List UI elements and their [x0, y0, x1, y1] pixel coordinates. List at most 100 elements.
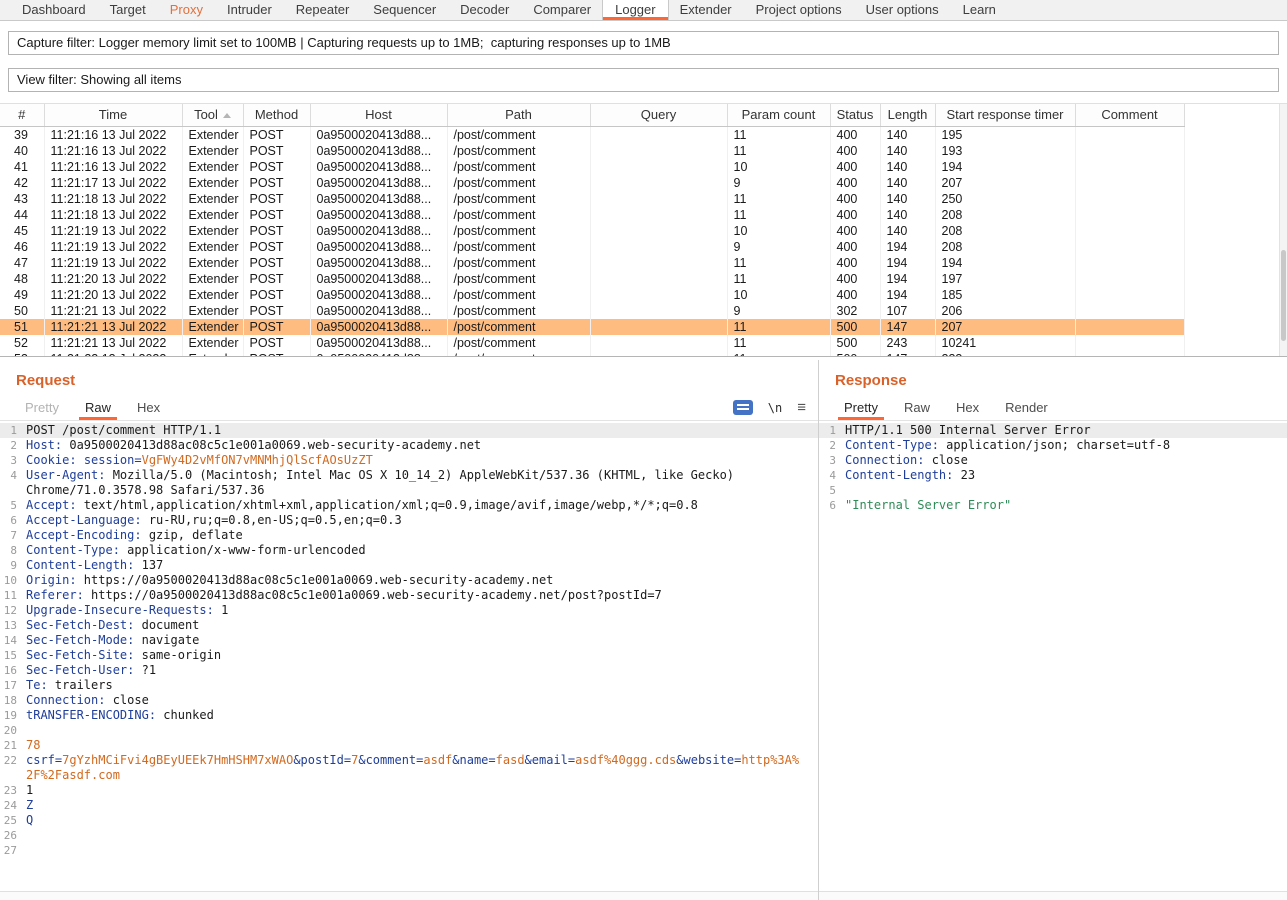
log-cell: 11:21:16 13 Jul 2022 [44, 159, 182, 175]
log-row-51[interactable]: 5111:21:21 13 Jul 2022ExtenderPOST0a9500… [0, 319, 1184, 335]
request-tab-hex[interactable]: Hex [124, 396, 173, 420]
line-number: 10 [0, 573, 26, 588]
line-content: Content-Type: application/json; charset=… [845, 438, 1287, 453]
log-cell: 0a9500020413d88... [310, 319, 447, 335]
main-tab-target[interactable]: Target [98, 0, 158, 20]
column-header-query[interactable]: Query [590, 104, 727, 126]
request-horizontal-scrollbar[interactable] [0, 891, 818, 900]
line-number: 27 [0, 843, 26, 858]
line-number: 4 [819, 468, 845, 483]
log-row-52[interactable]: 5211:21:21 13 Jul 2022ExtenderPOST0a9500… [0, 335, 1184, 351]
log-cell: 0a9500020413d88... [310, 175, 447, 191]
main-tab-sequencer[interactable]: Sequencer [361, 0, 448, 20]
log-cell [1075, 335, 1184, 351]
main-tab-decoder[interactable]: Decoder [448, 0, 521, 20]
log-cell: 11 [727, 351, 830, 357]
scrollbar-thumb[interactable] [1281, 250, 1286, 341]
log-row-42[interactable]: 4211:21:17 13 Jul 2022ExtenderPOST0a9500… [0, 175, 1184, 191]
log-row-45[interactable]: 4511:21:19 13 Jul 2022ExtenderPOST0a9500… [0, 223, 1184, 239]
line-number: 1 [0, 423, 26, 438]
log-cell: 147 [880, 319, 935, 335]
column-header-time[interactable]: Time [44, 104, 182, 126]
log-cell: 140 [880, 126, 935, 143]
log-row-46[interactable]: 4611:21:19 13 Jul 2022ExtenderPOST0a9500… [0, 239, 1184, 255]
column-header-length[interactable]: Length [880, 104, 935, 126]
line-number: 6 [819, 498, 845, 513]
log-cell: 47 [0, 255, 44, 271]
main-tab-comparer[interactable]: Comparer [521, 0, 603, 20]
log-cell: Extender [182, 271, 243, 287]
log-cell: 0a9500020413d88... [310, 223, 447, 239]
column-header-tool[interactable]: Tool [182, 104, 243, 126]
log-row-53[interactable]: 5311:21:22 13 Jul 2022ExtenderPOST0a9500… [0, 351, 1184, 357]
column-header-status[interactable]: Status [830, 104, 880, 126]
main-tab-logger[interactable]: Logger [603, 0, 667, 20]
newline-toggle-icon[interactable]: \n [768, 401, 782, 415]
log-row-40[interactable]: 4011:21:16 13 Jul 2022ExtenderPOST0a9500… [0, 143, 1184, 159]
log-cell: /post/comment [447, 351, 590, 357]
request-tab-pretty[interactable]: Pretty [12, 396, 72, 420]
view-filter-bar[interactable]: View filter: Showing all items [8, 68, 1279, 92]
response-tab-pretty[interactable]: Pretty [831, 396, 891, 420]
main-tab-user-options[interactable]: User options [854, 0, 951, 20]
log-row-49[interactable]: 4911:21:20 13 Jul 2022ExtenderPOST0a9500… [0, 287, 1184, 303]
main-tab-intruder[interactable]: Intruder [215, 0, 284, 20]
column-header-start-response-timer[interactable]: Start response timer [935, 104, 1075, 126]
pretty-print-icon[interactable] [733, 400, 753, 415]
main-tab-project-options[interactable]: Project options [744, 0, 854, 20]
line-number: 22 [0, 753, 26, 783]
line-content: Q [26, 813, 818, 828]
capture-filter-bar[interactable]: Capture filter: Logger memory limit set … [8, 31, 1279, 55]
log-cell [1075, 223, 1184, 239]
editor-line: 14Sec-Fetch-Mode: navigate [0, 633, 818, 648]
main-tab-proxy[interactable]: Proxy [158, 0, 215, 20]
log-row-47[interactable]: 4711:21:19 13 Jul 2022ExtenderPOST0a9500… [0, 255, 1184, 271]
main-tab-extender[interactable]: Extender [668, 0, 744, 20]
log-cell [1075, 255, 1184, 271]
log-cell: 11:21:19 13 Jul 2022 [44, 223, 182, 239]
column-header-path[interactable]: Path [447, 104, 590, 126]
editor-line: 18Connection: close [0, 693, 818, 708]
line-number: 7 [0, 528, 26, 543]
log-row-44[interactable]: 4411:21:18 13 Jul 2022ExtenderPOST0a9500… [0, 207, 1184, 223]
response-horizontal-scrollbar[interactable] [819, 891, 1287, 900]
log-cell: 400 [830, 159, 880, 175]
log-cell: 11:21:21 13 Jul 2022 [44, 303, 182, 319]
request-tab-raw[interactable]: Raw [72, 396, 124, 420]
column-header-host[interactable]: Host [310, 104, 447, 126]
column-header-param-count[interactable]: Param count [727, 104, 830, 126]
log-row-41[interactable]: 4111:21:16 13 Jul 2022ExtenderPOST0a9500… [0, 159, 1184, 175]
response-editor[interactable]: 1HTTP/1.1 500 Internal Server Error2Cont… [819, 421, 1287, 891]
log-row-48[interactable]: 4811:21:20 13 Jul 2022ExtenderPOST0a9500… [0, 271, 1184, 287]
log-cell: Extender [182, 335, 243, 351]
line-content: Cookie: session=VgFWy4D2vMfON7vMNMhjQlSc… [26, 453, 818, 468]
line-number: 4 [0, 468, 26, 498]
response-tab-render[interactable]: Render [992, 396, 1061, 420]
line-content [845, 483, 1287, 498]
main-tab-repeater[interactable]: Repeater [284, 0, 361, 20]
log-cell [590, 223, 727, 239]
log-row-39[interactable]: 3911:21:16 13 Jul 2022ExtenderPOST0a9500… [0, 126, 1184, 143]
log-cell [1075, 287, 1184, 303]
log-cell: /post/comment [447, 335, 590, 351]
log-cell: 11 [727, 335, 830, 351]
main-tab-dashboard[interactable]: Dashboard [10, 0, 98, 20]
response-tab-raw[interactable]: Raw [891, 396, 943, 420]
log-cell [590, 126, 727, 143]
log-row-50[interactable]: 5011:21:21 13 Jul 2022ExtenderPOST0a9500… [0, 303, 1184, 319]
log-cell: 50 [0, 303, 44, 319]
column-header-[interactable]: # [0, 104, 44, 126]
editor-line: 20 [0, 723, 818, 738]
log-row-43[interactable]: 4311:21:18 13 Jul 2022ExtenderPOST0a9500… [0, 191, 1184, 207]
column-header-method[interactable]: Method [243, 104, 310, 126]
response-tab-hex[interactable]: Hex [943, 396, 992, 420]
main-tab-learn[interactable]: Learn [951, 0, 1008, 20]
log-cell: Extender [182, 255, 243, 271]
response-panel: Response PrettyRawHexRender 1HTTP/1.1 50… [819, 360, 1287, 900]
log-cell: POST [243, 271, 310, 287]
request-editor[interactable]: 1POST /post/comment HTTP/1.12Host: 0a950… [0, 421, 818, 891]
column-header-comment[interactable]: Comment [1075, 104, 1184, 126]
table-vertical-scrollbar[interactable] [1279, 104, 1287, 356]
editor-menu-icon[interactable]: ≡ [797, 401, 806, 415]
main-tab-bar: DashboardTargetProxyIntruderRepeaterSequ… [0, 0, 1287, 21]
